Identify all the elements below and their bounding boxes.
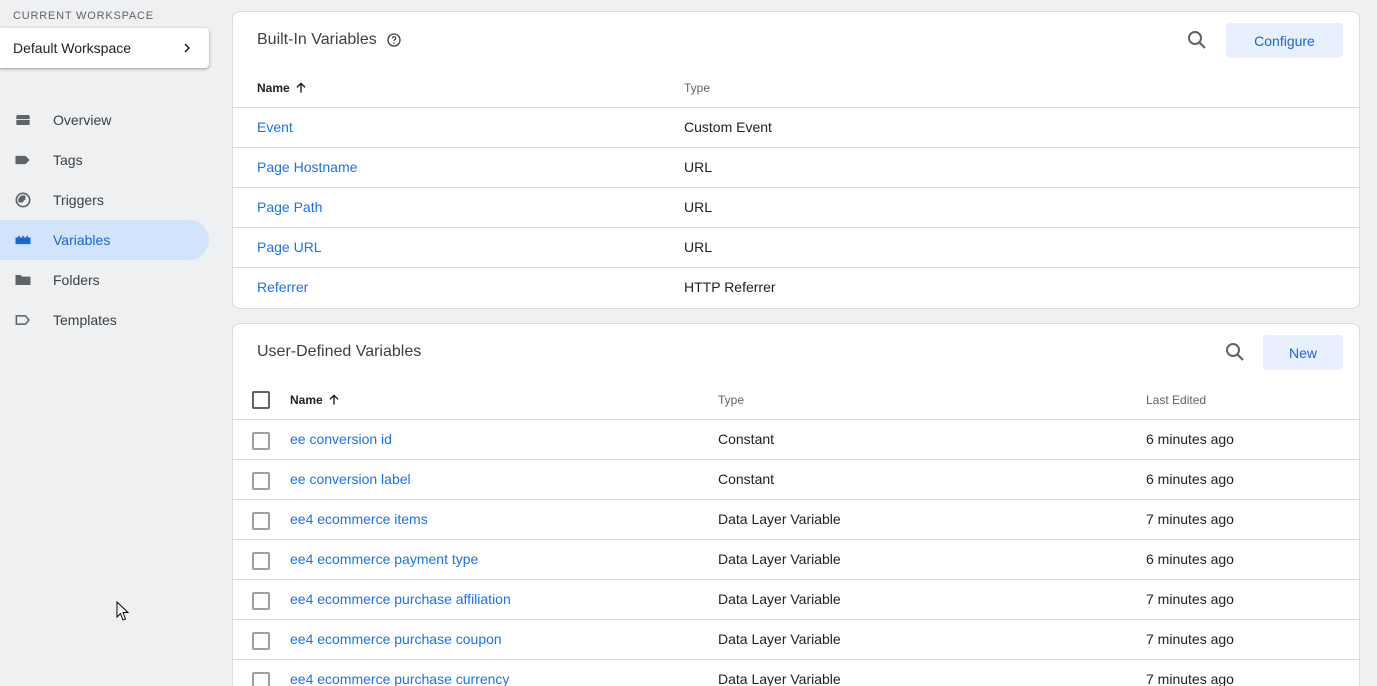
- table-row: ee4 ecommerce purchase currency Data Laye…: [233, 660, 1359, 686]
- overview-icon: [13, 110, 33, 130]
- search-icon[interactable]: [1185, 28, 1209, 52]
- template-icon: [13, 310, 33, 330]
- mouse-cursor-icon: [116, 601, 130, 621]
- variable-name-link[interactable]: Page Path: [257, 199, 322, 215]
- variable-type: Data Layer Variable: [718, 671, 841, 686]
- variable-name-link[interactable]: ee conversion id: [290, 431, 392, 447]
- folder-icon: [13, 270, 33, 290]
- row-checkbox[interactable]: [252, 672, 270, 686]
- table-header: Name Type: [233, 68, 1359, 108]
- builtin-title-wrap: Built-In Variables: [257, 31, 402, 49]
- sidebar-item-overview[interactable]: Overview: [0, 100, 209, 140]
- variable-name-link[interactable]: ee4 ecommerce purchase affiliation: [290, 591, 511, 607]
- table-row: ee4 ecommerce payment type Data Layer Var…: [233, 540, 1359, 580]
- chevron-right-icon: [184, 43, 190, 53]
- last-edited: 6 minutes ago: [1146, 551, 1234, 567]
- variable-type: Data Layer Variable: [718, 511, 841, 527]
- sidebar-item-label: Variables: [53, 232, 111, 248]
- column-header-label: Name: [290, 393, 323, 407]
- sidebar-item-templates[interactable]: Templates: [0, 300, 209, 340]
- column-header-type: Type: [718, 393, 745, 407]
- workspace-selector[interactable]: Default Workspace: [0, 28, 209, 68]
- column-header-type: Type: [684, 81, 711, 95]
- row-checkbox[interactable]: [252, 512, 270, 530]
- row-checkbox[interactable]: [252, 432, 270, 450]
- variable-name-link[interactable]: ee conversion label: [290, 471, 411, 487]
- tag-icon: [13, 150, 33, 170]
- builtin-variables-card: Built-In Variables Configure Name Type E…: [232, 11, 1360, 309]
- variable-name-link[interactable]: ee4 ecommerce payment type: [290, 551, 478, 567]
- column-header-last-edited: Last Edited: [1146, 393, 1207, 407]
- sidebar-item-triggers[interactable]: Triggers: [0, 180, 209, 220]
- variable-name-link[interactable]: Page Hostname: [257, 159, 357, 175]
- variable-name-link[interactable]: Event: [257, 119, 293, 135]
- builtin-title: Built-In Variables: [257, 31, 377, 48]
- table-row: Referrer HTTP Referrer: [233, 268, 1359, 308]
- last-edited: 7 minutes ago: [1146, 631, 1234, 647]
- configure-button[interactable]: Configure: [1226, 23, 1343, 58]
- row-checkbox[interactable]: [252, 552, 270, 570]
- variable-type: Custom Event: [684, 119, 772, 135]
- trigger-icon: [13, 190, 33, 210]
- variables-icon: [13, 230, 33, 250]
- last-edited: 6 minutes ago: [1146, 471, 1234, 487]
- variable-type: Constant: [718, 471, 775, 487]
- last-edited: 7 minutes ago: [1146, 511, 1234, 527]
- variable-name-link[interactable]: Referrer: [257, 279, 308, 295]
- table-row: Event Custom Event: [233, 108, 1359, 148]
- variable-type: URL: [684, 159, 713, 175]
- table-header: Name Type Last Edited: [233, 380, 1359, 420]
- column-header-name[interactable]: Name: [257, 81, 308, 95]
- sidebar-item-label: Folders: [53, 272, 100, 288]
- user-defined-variables-card: User-Defined Variables New Name Type Las…: [232, 323, 1360, 686]
- variable-type: URL: [684, 199, 713, 215]
- sidebar-item-label: Triggers: [53, 192, 104, 208]
- workspace-label: CURRENT WORKSPACE: [13, 10, 154, 22]
- arrow-up-icon: [329, 394, 339, 405]
- sidebar-item-folders[interactable]: Folders: [0, 260, 209, 300]
- select-all-checkbox[interactable]: [252, 391, 270, 409]
- table-row: Page Hostname URL: [233, 148, 1359, 188]
- table-row: ee4 ecommerce purchase affiliation Data L…: [233, 580, 1359, 620]
- variable-type: URL: [684, 239, 713, 255]
- table-row: ee4 ecommerce purchase coupon Data Layer …: [233, 620, 1359, 660]
- row-checkbox[interactable]: [252, 472, 270, 490]
- variable-type: Data Layer Variable: [718, 631, 841, 647]
- sidebar-item-variables[interactable]: Variables: [0, 220, 209, 260]
- table-row: ee conversion label Constant 6 minutes ago: [233, 460, 1359, 500]
- new-button[interactable]: New: [1263, 335, 1343, 370]
- help-icon[interactable]: [386, 32, 402, 48]
- sidebar-item-tags[interactable]: Tags: [0, 140, 209, 180]
- last-edited: 7 minutes ago: [1146, 671, 1234, 686]
- variable-type: Data Layer Variable: [718, 591, 841, 607]
- row-checkbox[interactable]: [252, 632, 270, 650]
- variable-type: HTTP Referrer: [684, 279, 776, 295]
- variable-name-link[interactable]: ee4 ecommerce purchase currency: [290, 671, 509, 686]
- last-edited: 7 minutes ago: [1146, 591, 1234, 607]
- row-checkbox[interactable]: [252, 592, 270, 610]
- last-edited: 6 minutes ago: [1146, 431, 1234, 447]
- table-row: Page Path URL: [233, 188, 1359, 228]
- variable-name-link[interactable]: Page URL: [257, 239, 322, 255]
- variable-name-link[interactable]: ee4 ecommerce items: [290, 511, 428, 527]
- sidebar: CURRENT WORKSPACE Default Workspace Over…: [0, 0, 220, 686]
- sidebar-nav: Overview Tags Triggers Variables Folders…: [0, 100, 209, 340]
- column-header-label: Name: [257, 81, 290, 95]
- sidebar-item-label: Tags: [53, 152, 83, 168]
- table-row: Page URL URL: [233, 228, 1359, 268]
- userdefined-title: User-Defined Variables: [257, 343, 422, 360]
- column-header-name[interactable]: Name: [290, 393, 341, 407]
- table-row: ee conversion id Constant 6 minutes ago: [233, 420, 1359, 460]
- variable-type: Data Layer Variable: [718, 551, 841, 567]
- variable-name-link[interactable]: ee4 ecommerce purchase coupon: [290, 631, 502, 647]
- variable-type: Constant: [718, 431, 775, 447]
- search-icon[interactable]: [1223, 340, 1247, 364]
- arrow-up-icon: [296, 82, 306, 93]
- workspace-name: Default Workspace: [13, 40, 132, 56]
- table-row: ee4 ecommerce items Data Layer Variable 7 …: [233, 500, 1359, 540]
- sidebar-item-label: Overview: [53, 112, 112, 128]
- sidebar-item-label: Templates: [53, 312, 117, 328]
